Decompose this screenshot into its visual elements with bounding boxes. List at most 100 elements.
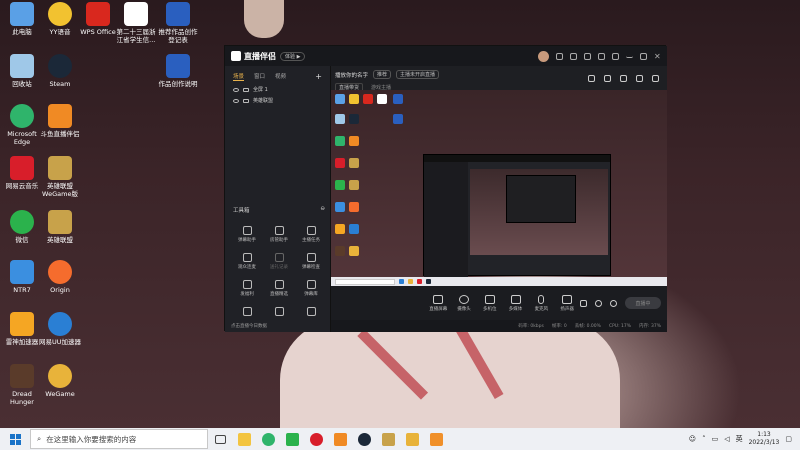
multi-camera-button[interactable]: 多机位	[477, 294, 503, 312]
notification-icon[interactable]: ▢	[785, 435, 792, 443]
media-button[interactable]: 多媒体	[503, 294, 529, 312]
task-view-button[interactable]	[208, 428, 232, 450]
wechat-icon	[10, 210, 34, 234]
recycle-bin-icon	[10, 54, 34, 78]
visibility-icon[interactable]	[233, 87, 239, 92]
tool-icon	[274, 226, 284, 235]
layout-icon[interactable]	[620, 75, 627, 82]
status-item: 内存: 37%	[639, 324, 661, 329]
screen-capture-button[interactable]: 直播屏幕	[425, 294, 451, 312]
settings-icon[interactable]	[584, 52, 591, 60]
preview-desktop-icon	[335, 114, 345, 124]
tool-streamer-tasks[interactable]: 主播任务	[295, 226, 327, 243]
desktop-icon-uu[interactable]: 网易UU加速器	[38, 312, 82, 346]
edge-icon	[261, 432, 275, 446]
desktop-icon-steam[interactable]: Steam	[38, 54, 82, 88]
record-icon[interactable]	[588, 75, 595, 82]
lock-icon[interactable]	[243, 98, 249, 103]
menu-icon[interactable]	[612, 52, 619, 60]
taskbar-app-edge[interactable]	[256, 428, 280, 450]
microphone-button[interactable]: 麦克风	[528, 294, 554, 312]
chevron-up-icon[interactable]: ˄	[702, 435, 706, 443]
taskbar-app-streaming[interactable]	[424, 428, 448, 450]
gift-icon[interactable]	[570, 52, 577, 60]
settings-icon[interactable]	[610, 299, 617, 307]
taskbar-search-input[interactable]: ⌕ 在这里输入你要搜索的内容	[30, 429, 208, 449]
tool-audience-mic[interactable]: 观众连麦	[231, 253, 263, 270]
scene-item[interactable]: 英雄联盟	[225, 95, 330, 106]
go-live-button[interactable]: 直播中	[625, 297, 661, 309]
volume-icon[interactable]: ◁	[724, 435, 729, 443]
tool-room-manager[interactable]: 房管助手	[263, 226, 295, 243]
document-icon	[124, 2, 148, 26]
scene-item[interactable]: 全屏 1	[225, 84, 330, 95]
taskbar-app-steam[interactable]	[352, 428, 376, 450]
taskbar-app-explorer[interactable]	[232, 428, 256, 450]
tool-extra[interactable]	[295, 307, 327, 318]
bell-icon[interactable]	[636, 75, 643, 82]
input-method-icon[interactable]: 英	[736, 434, 743, 444]
origin-icon	[48, 260, 72, 284]
record-icon[interactable]	[595, 299, 602, 307]
tool-highlights[interactable]: 直播精选	[263, 280, 295, 297]
toolbox-collapse-icon[interactable]: ⊖	[320, 206, 325, 214]
visibility-icon[interactable]	[233, 98, 239, 103]
speaker-button[interactable]: 扬声器	[554, 294, 580, 312]
tab-window[interactable]: 窗口	[254, 72, 265, 81]
tool-extra[interactable]	[231, 307, 263, 318]
skin-icon[interactable]	[598, 52, 605, 60]
video-icon[interactable]	[580, 299, 587, 307]
share-icon[interactable]	[652, 75, 659, 82]
edge-icon	[10, 104, 34, 128]
room-title[interactable]: 播放你的名字	[335, 71, 368, 79]
desktop-icon-registration-form[interactable]: 推荐作品创作登记表	[156, 2, 200, 44]
desktop-icon-wegame[interactable]: WeGame	[38, 364, 82, 398]
status-item: 码率: 0kbps	[518, 324, 544, 329]
douyu-icon	[333, 432, 347, 446]
desktop-icon-origin[interactable]: Origin	[38, 260, 82, 294]
tab-scene[interactable]: 场景	[233, 72, 245, 81]
tool-extra[interactable]	[263, 307, 295, 318]
taskbar-app-douyu[interactable]	[328, 428, 352, 450]
camera-button[interactable]: 摄像头	[451, 294, 477, 312]
lock-icon[interactable]	[604, 75, 611, 82]
taskbar-app-lol[interactable]	[376, 428, 400, 450]
preview-desktop-icon	[363, 94, 373, 104]
wegame-icon	[405, 432, 419, 446]
clock[interactable]: 1:13 2022/3/13	[749, 431, 780, 447]
maximize-icon[interactable]	[640, 52, 647, 60]
league-of-legends-icon	[381, 432, 395, 446]
network-icon[interactable]: ▭	[712, 435, 719, 443]
search-icon: ⌕	[37, 434, 42, 443]
lock-icon[interactable]	[243, 87, 249, 92]
version-badge[interactable]: 体验 ▶	[280, 51, 306, 61]
taskbar-app-wechat[interactable]	[280, 428, 304, 450]
taskbar-app-netease-music[interactable]	[304, 428, 328, 450]
desktop-icon-douyu[interactable]: 斗鱼直播伴侣	[38, 104, 82, 138]
avatar[interactable]	[538, 50, 549, 62]
tab-video[interactable]: 视频	[275, 72, 286, 81]
close-icon[interactable]: ✕	[654, 52, 661, 60]
minimize-icon[interactable]	[626, 54, 633, 58]
desktop-icon-lol[interactable]: 英雄联盟	[38, 210, 82, 244]
live-preview[interactable]	[331, 90, 667, 286]
tool-gift-record[interactable]: 送礼记录	[263, 253, 295, 270]
message-icon[interactable]	[556, 52, 563, 60]
tool-icon	[274, 280, 284, 289]
live-status-tag[interactable]: 主播未开启直播	[396, 70, 440, 79]
sidebar-status[interactable]: 点击直播今日数据	[231, 323, 267, 329]
tool-danmaku-library[interactable]: 弹幕库	[295, 280, 327, 297]
tool-icon	[306, 253, 316, 262]
add-scene-button[interactable]: +	[315, 72, 322, 81]
tool-danmaku-helper[interactable]: 弹幕助手	[231, 226, 263, 243]
taskbar-app-wegame[interactable]	[400, 428, 424, 450]
desktop-icon-document[interactable]: 第二十三届浙江省学生信...	[114, 2, 158, 44]
person-icon[interactable]: ☺	[689, 435, 696, 443]
tool-danmaku-check[interactable]: 弹幕检查	[295, 253, 327, 270]
category-tag[interactable]: 推荐	[373, 70, 392, 79]
tool-giveaway[interactable]: 发福利	[231, 280, 263, 297]
desktop-icon-creation-notes[interactable]: 作品创作说明	[156, 54, 200, 88]
start-button[interactable]	[0, 428, 30, 450]
desktop-icon-lol-wegame[interactable]: 英雄联盟WeGame版	[38, 156, 82, 198]
tool-icon	[306, 307, 316, 316]
